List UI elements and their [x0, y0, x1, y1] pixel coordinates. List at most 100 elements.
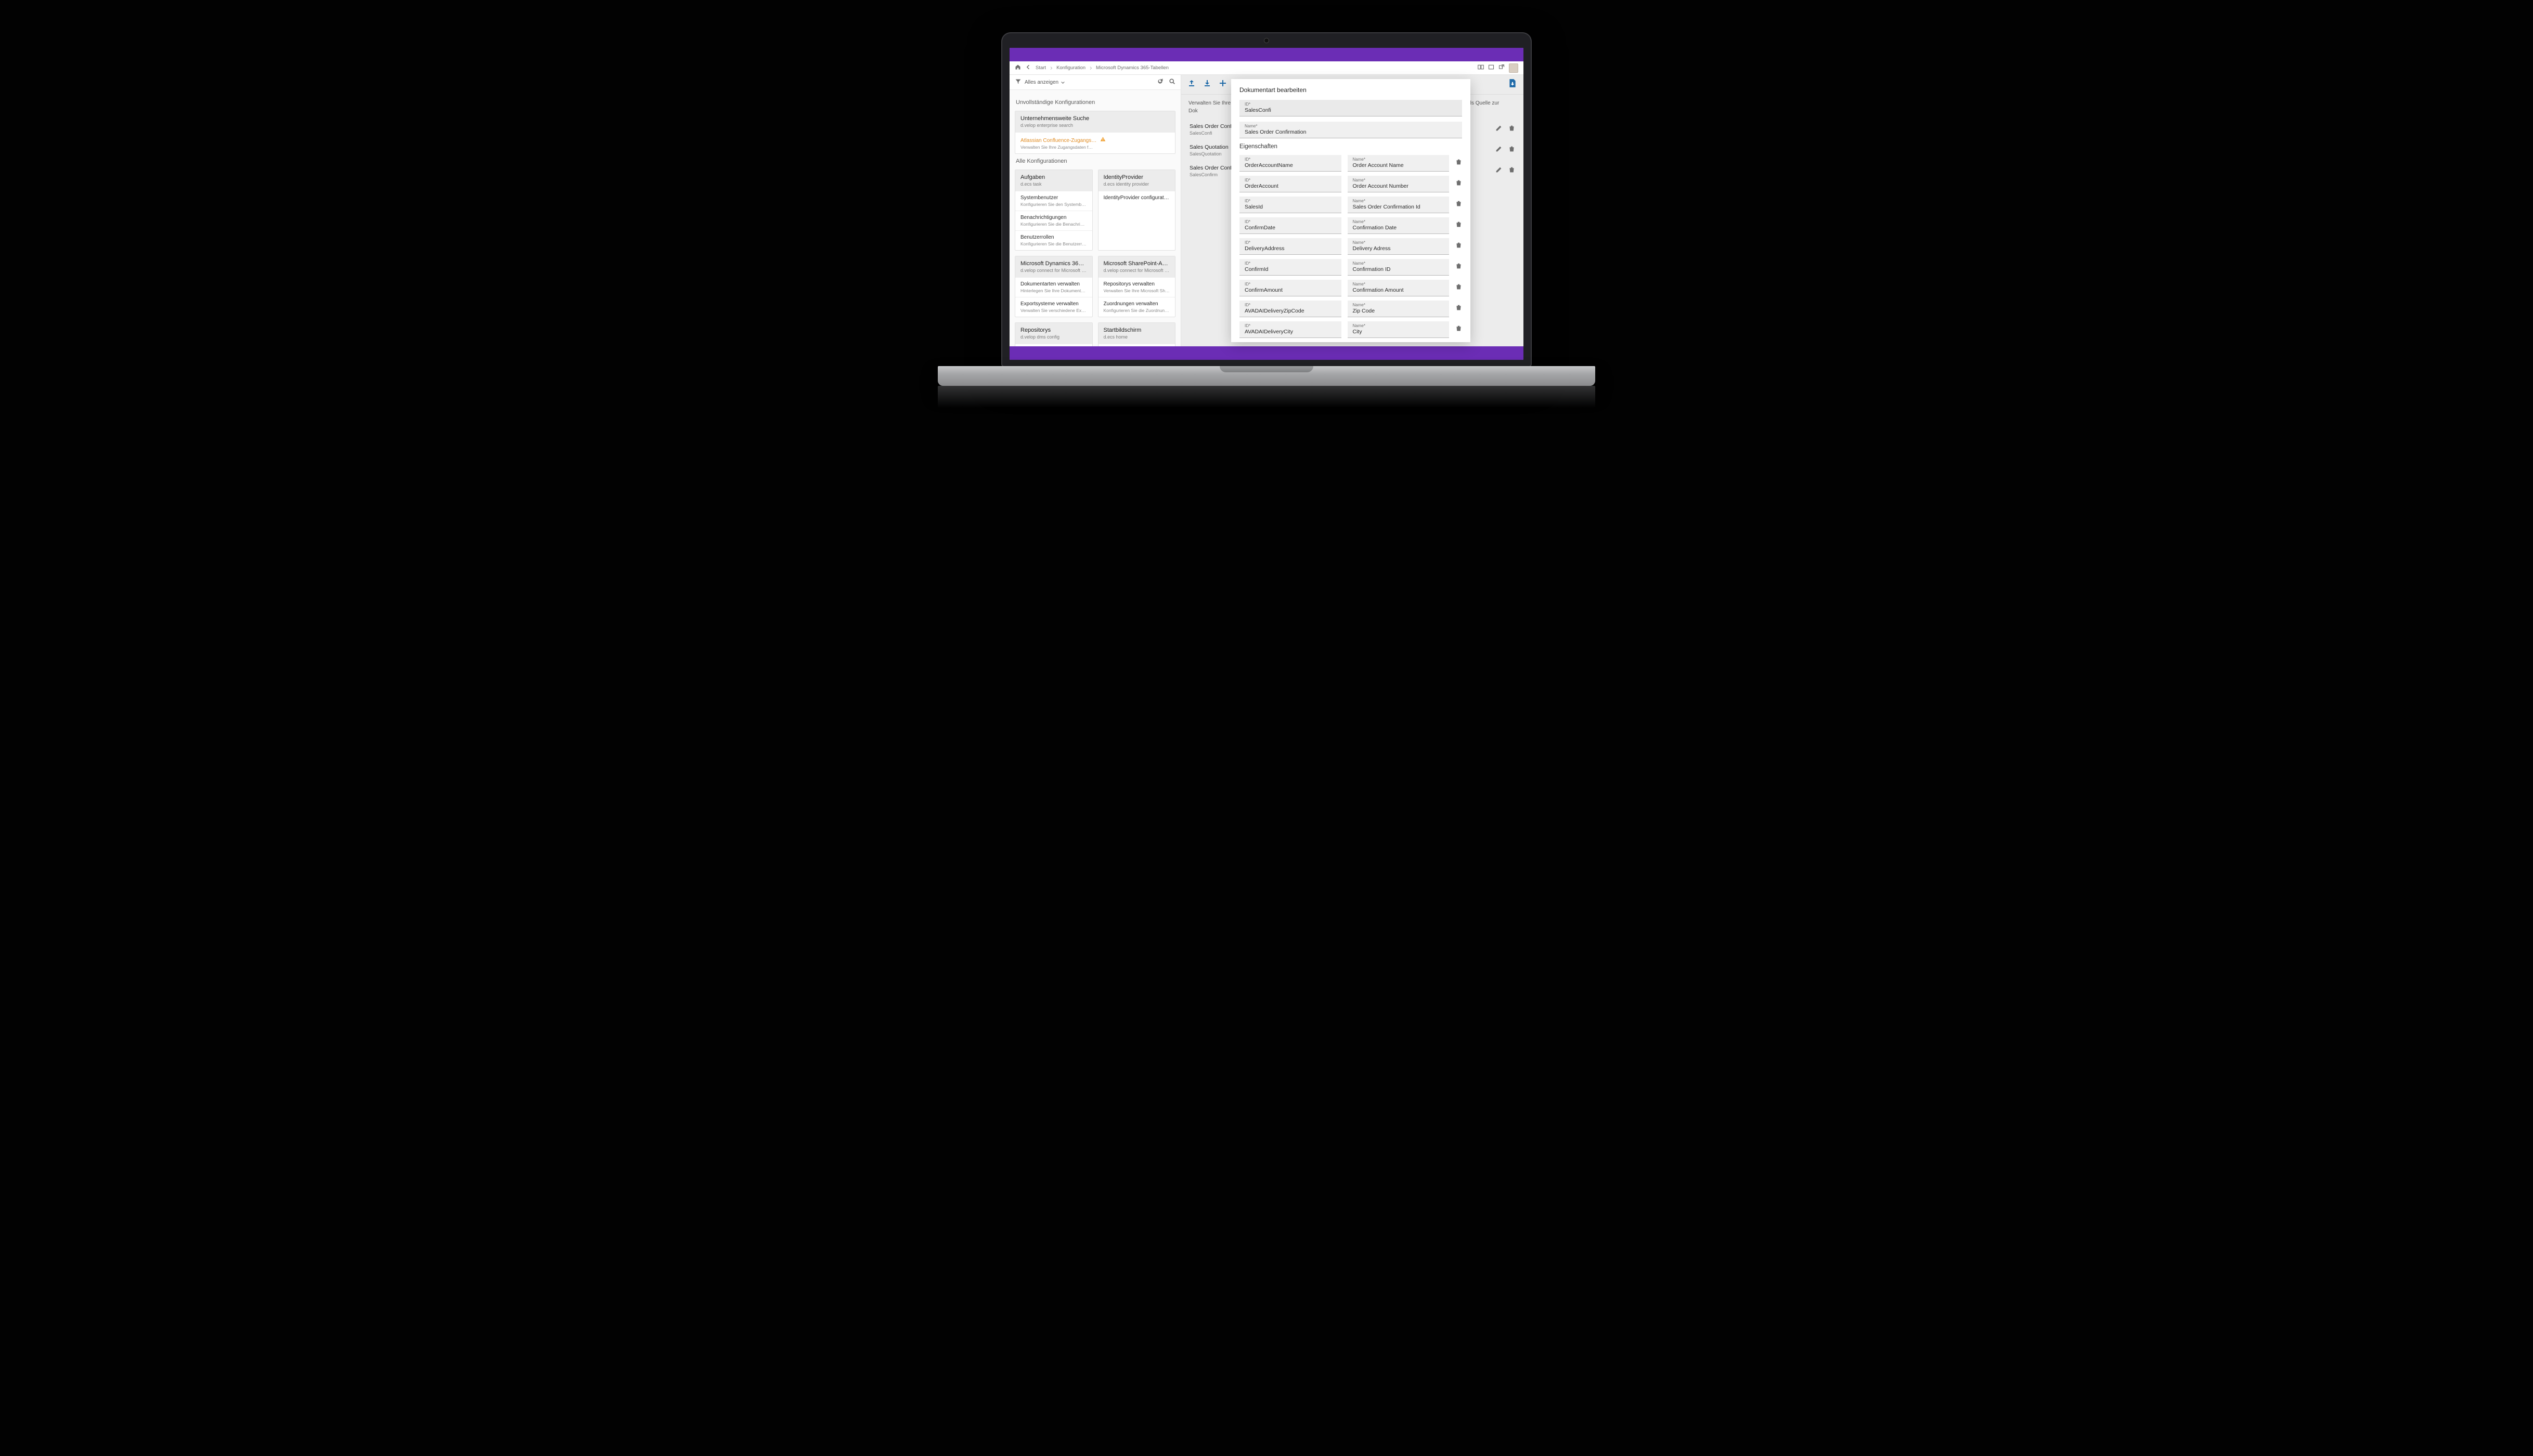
app: Start Konfiguration Microsoft Dynamics 3… — [1010, 48, 1523, 360]
search-icon[interactable] — [1169, 78, 1175, 86]
avatar[interactable] — [1509, 63, 1518, 73]
property-row: ID*AVADAIDeliveryCity Name*City — [1239, 321, 1462, 338]
property-row: ID*OrderAccount Name*Order Account Number — [1239, 176, 1462, 192]
delete-property-icon[interactable] — [1455, 200, 1462, 210]
card-header[interactable]: Unternehmensweite Suche d.velop enterpri… — [1015, 111, 1175, 132]
section-label-all: Alle Konfigurationen — [1016, 158, 1174, 164]
import-button[interactable] — [1203, 79, 1211, 90]
delete-property-icon[interactable] — [1455, 159, 1462, 168]
property-name-field[interactable]: Name*Sales Order Confirmation Id — [1348, 197, 1450, 213]
delete-property-icon[interactable] — [1455, 179, 1462, 189]
property-name-field[interactable]: Name*Confirmation Date — [1348, 217, 1450, 234]
property-name-field[interactable]: Name*Order Account Name — [1348, 155, 1450, 172]
config-card: Aufgabend.ecs taskSystembenutzerKonfigur… — [1015, 170, 1093, 251]
card-item[interactable]: BenachrichtigungenKonfigurieren Sie die … — [1015, 211, 1092, 230]
delete-property-icon[interactable] — [1455, 242, 1462, 251]
delete-property-icon[interactable] — [1455, 283, 1462, 293]
edit-document-type-modal: Dokumentart bearbeiten ID* SalesConfi Na… — [1231, 79, 1470, 342]
property-name-field[interactable]: Name*Confirmation ID — [1348, 259, 1450, 276]
delete-icon[interactable] — [1508, 125, 1515, 134]
config-card: IdentityProviderd.ecs identity providerI… — [1098, 170, 1176, 251]
delete-property-icon[interactable] — [1455, 304, 1462, 314]
card-item[interactable]: Repositorys verwaltenVerwalten Sie Ihre … — [1099, 277, 1175, 297]
camera-dot — [1264, 38, 1269, 43]
layout-split-icon[interactable] — [1478, 64, 1484, 72]
edit-icon[interactable] — [1495, 146, 1502, 155]
property-row: ID*AVADAIDeliveryZipCode Name*Zip Code — [1239, 301, 1462, 317]
property-row: ID*OrderAccountName Name*Order Account Na… — [1239, 155, 1462, 172]
card-header[interactable]: Microsoft Dynamics 365-A…d.velop connect… — [1015, 256, 1092, 277]
filter-dropdown[interactable]: Alles anzeigen — [1025, 80, 1065, 85]
card-item[interactable]: BenutzerrollenKonfigurieren Sie die Benu… — [1015, 230, 1092, 250]
card-header[interactable]: Startbildschirmd.ecs home — [1099, 323, 1175, 344]
properties-heading: Eigenschaften — [1239, 144, 1462, 150]
export-button[interactable] — [1187, 79, 1196, 90]
popout-icon[interactable] — [1498, 64, 1505, 72]
property-name-field[interactable]: Name*Delivery Adress — [1348, 238, 1450, 255]
layout-single-icon[interactable] — [1488, 64, 1494, 72]
laptop-base — [938, 366, 1595, 386]
breadcrumb-item[interactable]: Konfiguration — [1056, 65, 1085, 71]
property-row: ID*ConfirmAmount Name*Confirmation Amount — [1239, 280, 1462, 296]
screen: Start Konfiguration Microsoft Dynamics 3… — [1010, 48, 1523, 360]
property-row: ID*ConfirmId Name*Confirmation ID — [1239, 259, 1462, 276]
id-field[interactable]: ID* SalesConfi — [1239, 100, 1462, 116]
edit-icon[interactable] — [1495, 125, 1502, 134]
breadcrumb: Start Konfiguration Microsoft Dynamics 3… — [1036, 65, 1169, 71]
breadcrumb-item[interactable]: Microsoft Dynamics 365-Tabellen — [1096, 65, 1169, 71]
modal-title: Dokumentart bearbeiten — [1231, 79, 1470, 100]
property-name-field[interactable]: Name*City — [1348, 321, 1450, 338]
property-id-field[interactable]: ID*ConfirmAmount — [1239, 280, 1341, 296]
main-column: Verwalten Sie Ihre Dok uordnungen als Qu… — [1181, 75, 1523, 346]
card-header[interactable]: IdentityProviderd.ecs identity provider — [1099, 170, 1175, 191]
property-id-field[interactable]: ID*DeliveryAddress — [1239, 238, 1341, 255]
card-item[interactable]: Exportsysteme verwaltenVerwalten Sie ver… — [1015, 297, 1092, 317]
config-card: Repositorysd.velop dms configCustomer do… — [1015, 322, 1093, 346]
property-row: ID*ConfirmDate Name*Confirmation Date — [1239, 217, 1462, 234]
filter-icon[interactable] — [1015, 78, 1022, 86]
property-row: ID*SalesId Name*Sales Order Confirmation … — [1239, 197, 1462, 213]
download-file-button[interactable] — [1508, 79, 1517, 90]
property-row: ID*DeliveryAddress Name*Delivery Adress — [1239, 238, 1462, 255]
config-card: Microsoft SharePoint-Anbi…d.velop connec… — [1098, 256, 1176, 317]
config-card-enterprise-search: Unternehmensweite Suche d.velop enterpri… — [1015, 111, 1175, 154]
card-item[interactable]: IdentityProvider configuration — [1099, 191, 1175, 204]
home-icon[interactable] — [1015, 64, 1021, 72]
delete-icon[interactable] — [1508, 166, 1515, 176]
card-header[interactable]: Aufgabend.ecs task — [1015, 170, 1092, 191]
property-id-field[interactable]: ID*AVADAIDeliveryZipCode — [1239, 301, 1341, 317]
property-id-field[interactable]: ID*OrderAccount — [1239, 176, 1341, 192]
delete-property-icon[interactable] — [1455, 263, 1462, 272]
add-button[interactable] — [1219, 79, 1227, 90]
property-id-field[interactable]: ID*AVADAIDeliveryCity — [1239, 321, 1341, 338]
edit-icon[interactable] — [1495, 166, 1502, 176]
property-id-field[interactable]: ID*SalesId — [1239, 197, 1341, 213]
card-item-confluence-credentials[interactable]: Atlassian Confluence-Zugangs… Verwalten … — [1015, 132, 1175, 153]
property-name-field[interactable]: Name*Order Account Number — [1348, 176, 1450, 192]
filter-bar: Alles anzeigen — [1010, 75, 1181, 90]
property-id-field[interactable]: ID*OrderAccountName — [1239, 155, 1341, 172]
card-header[interactable]: Repositorysd.velop dms config — [1015, 323, 1092, 344]
delete-property-icon[interactable] — [1455, 325, 1462, 334]
config-card: Startbildschirmd.ecs homeBenutzerdefinie… — [1098, 322, 1176, 346]
delete-property-icon[interactable] — [1455, 221, 1462, 230]
left-column: Alles anzeigen Unvollständige Konfigurat… — [1010, 75, 1181, 346]
property-id-field[interactable]: ID*ConfirmId — [1239, 259, 1341, 276]
card-item[interactable]: SystembenutzerKonfigurieren Sie den Syst… — [1015, 191, 1092, 211]
breadcrumb-item[interactable]: Start — [1036, 65, 1046, 71]
card-header[interactable]: Microsoft SharePoint-Anbi…d.velop connec… — [1099, 256, 1175, 277]
accent-bar-top — [1010, 48, 1523, 61]
property-name-field[interactable]: Name*Confirmation Amount — [1348, 280, 1450, 296]
warning-icon — [1100, 136, 1106, 144]
property-id-field[interactable]: ID*ConfirmDate — [1239, 217, 1341, 234]
titlebar: Start Konfiguration Microsoft Dynamics 3… — [1010, 61, 1523, 75]
back-icon[interactable] — [1025, 64, 1031, 72]
section-label-incomplete: Unvollständige Konfigurationen — [1016, 99, 1174, 106]
name-field[interactable]: Name* Sales Order Confirmation — [1239, 122, 1462, 138]
card-item[interactable]: Zuordnungen verwaltenKonfigurieren Sie d… — [1099, 297, 1175, 317]
delete-icon[interactable] — [1508, 146, 1515, 155]
config-card: Microsoft Dynamics 365-A…d.velop connect… — [1015, 256, 1093, 317]
refresh-icon[interactable] — [1157, 78, 1164, 86]
card-item[interactable]: Dokumentarten verwaltenHinterlegen Sie I… — [1015, 277, 1092, 297]
property-name-field[interactable]: Name*Zip Code — [1348, 301, 1450, 317]
